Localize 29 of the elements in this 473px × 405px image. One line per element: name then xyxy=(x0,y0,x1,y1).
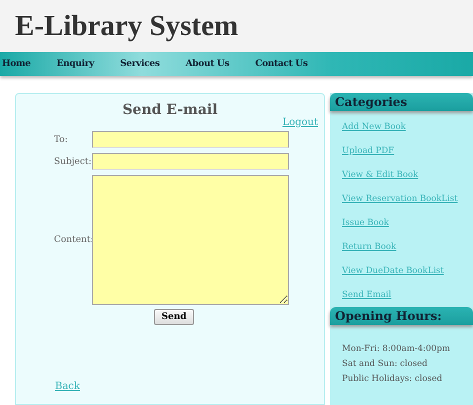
category-link[interactable]: View DueDate BookList xyxy=(342,264,473,279)
field-label: Subject: xyxy=(54,156,92,166)
hours-text: Public Holidays: closed xyxy=(342,373,444,386)
input-field[interactable] xyxy=(92,131,289,148)
category-link[interactable]: Return Book xyxy=(342,240,473,255)
form-title: Send E-mail xyxy=(121,102,219,118)
sidebar-heading: Opening Hours: xyxy=(330,307,473,325)
hours-text: Sat and Sun: closed xyxy=(342,358,428,371)
category-link[interactable]: Issue Book xyxy=(342,216,473,231)
site-title: E-Library System xyxy=(15,10,238,42)
category-link[interactable]: View Reservation BookList xyxy=(342,192,473,207)
category-link[interactable]: Send Email xyxy=(342,288,473,303)
field-label: To: xyxy=(54,134,69,144)
logout-link[interactable]: Logout xyxy=(282,117,318,128)
nav-link[interactable]: Home xyxy=(2,59,31,69)
input-field[interactable] xyxy=(92,153,289,170)
nav-link[interactable]: Enquiry xyxy=(56,59,94,69)
hours-text: Mon-Fri: 8:00am-4:00pm xyxy=(342,343,452,356)
nav-link[interactable]: Contact Us xyxy=(255,59,308,69)
back-link[interactable]: Back xyxy=(55,381,80,392)
nav-link[interactable]: About Us xyxy=(186,59,230,69)
category-link[interactable]: Upload PDF xyxy=(342,144,473,159)
content-field[interactable] xyxy=(92,175,289,305)
field-label: Content: xyxy=(54,235,92,245)
category-link[interactable]: Add New Book xyxy=(342,120,473,135)
sidebar-heading: Categories xyxy=(330,93,473,111)
send-button[interactable]: Send xyxy=(154,309,194,325)
category-link[interactable]: View & Edit Book xyxy=(342,168,473,183)
nav-link[interactable]: Services xyxy=(120,59,160,69)
